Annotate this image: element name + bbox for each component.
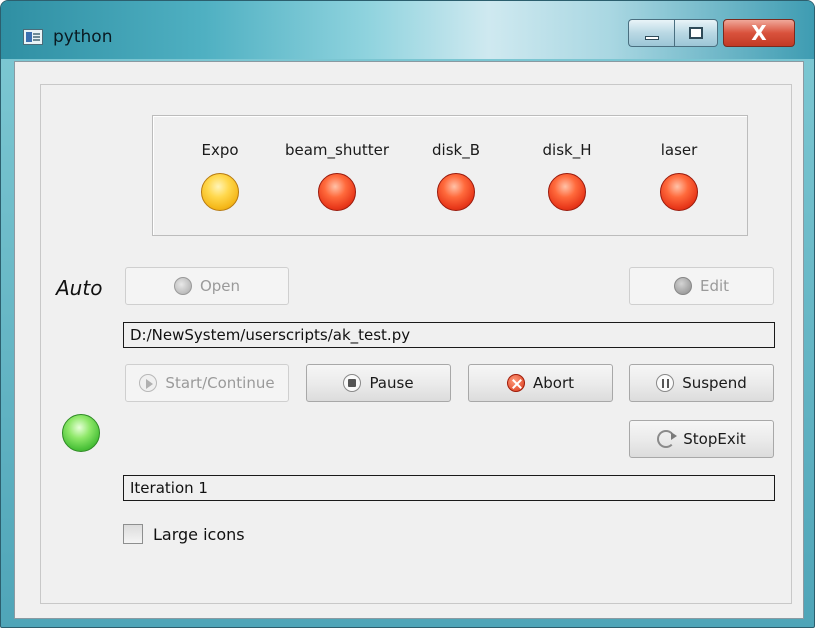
minimize-icon [644, 36, 659, 40]
close-button[interactable]: X [723, 19, 795, 47]
abort-button-label: Abort [532, 374, 574, 392]
expo-led-icon [201, 173, 239, 211]
indicator-label: beam_shutter [284, 141, 390, 159]
indicator-laser: laser [619, 141, 739, 211]
indicator-expo: Expo [160, 141, 280, 211]
open-button[interactable]: Open [125, 267, 289, 305]
disk-b-led-icon [437, 173, 475, 211]
pause-icon [656, 374, 675, 392]
abort-icon [506, 374, 525, 392]
open-icon [173, 277, 192, 295]
abort-button[interactable]: Abort [468, 364, 613, 402]
open-button-label: Open [199, 277, 241, 295]
pause-button-label: Pause [369, 374, 414, 392]
disk-h-led-icon [548, 173, 586, 211]
close-icon: X [751, 21, 767, 45]
indicator-label: disk_B [432, 141, 480, 159]
stop-circle-icon [343, 374, 362, 392]
laser-led-icon [660, 173, 698, 211]
start-continue-button[interactable]: Start/Continue [125, 364, 289, 402]
pause-button[interactable]: Pause [306, 364, 451, 402]
client-area: Expo beam_shutter disk_B disk_H laser Au… [14, 61, 804, 619]
mode-label: Auto [56, 276, 103, 300]
beam-shutter-led-icon [318, 173, 356, 211]
large-icons-row[interactable]: Large icons [123, 524, 245, 544]
edit-button-label: Edit [699, 277, 730, 295]
large-icons-label[interactable]: Large icons [153, 525, 245, 544]
stopexit-button-label: StopExit [683, 430, 746, 448]
indicator-label: Expo [201, 141, 239, 159]
indicator-label: laser [660, 141, 698, 159]
minimize-button[interactable] [628, 19, 674, 47]
indicator-label: disk_H [542, 141, 592, 159]
indicator-disk-b: disk_B [396, 141, 516, 211]
refresh-icon [657, 430, 678, 448]
stopexit-button[interactable]: StopExit [629, 420, 774, 458]
indicator-disk-h: disk_H [507, 141, 627, 211]
title-bar[interactable]: python X [1, 1, 814, 59]
status-led-icon [62, 414, 100, 452]
suspend-button[interactable]: Suspend [629, 364, 774, 402]
maximize-button[interactable] [674, 19, 718, 47]
play-icon [139, 374, 158, 392]
indicator-panel: Expo beam_shutter disk_B disk_H laser [152, 115, 748, 236]
python-app-icon[interactable] [23, 29, 43, 45]
indicator-beam-shutter: beam_shutter [277, 141, 397, 211]
app-window: python X Expo beam_shutter disk_B disk_H… [0, 0, 815, 628]
window-title: python [53, 27, 113, 47]
edit-button[interactable]: Edit [629, 267, 774, 305]
suspend-button-label: Suspend [682, 374, 747, 392]
maximize-icon [689, 27, 703, 39]
large-icons-checkbox[interactable] [123, 524, 143, 544]
script-path-field[interactable]: D:/NewSystem/userscripts/ak_test.py [123, 322, 775, 348]
status-field: Iteration 1 [123, 475, 775, 501]
edit-icon [673, 277, 692, 295]
start-continue-label: Start/Continue [165, 374, 275, 392]
